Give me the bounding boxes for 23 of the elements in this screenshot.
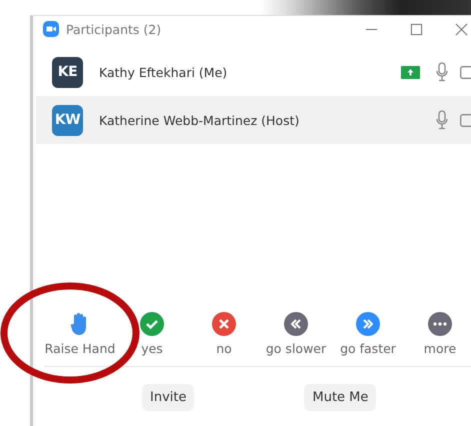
more-icon <box>428 312 452 336</box>
rewind-icon <box>284 312 308 336</box>
microphone-icon[interactable] <box>436 62 448 82</box>
close-icon <box>212 312 236 336</box>
avatar: KW <box>52 104 83 136</box>
action-button[interactable]: Mute Me <box>304 384 376 411</box>
action-button[interactable]: Invite <box>142 384 194 411</box>
reaction-button[interactable]: go slower <box>260 312 332 356</box>
fast-forward-icon <box>356 312 380 336</box>
participant-name: Kathy Eftekhari (Me) <box>99 64 228 80</box>
window-title: Participants (2) <box>66 22 162 36</box>
reaction-button[interactable]: yes <box>116 312 188 356</box>
participant-row[interactable]: KW Katherine Webb-Martinez (Host) <box>36 96 471 144</box>
reaction-button[interactable]: more <box>404 312 471 356</box>
check-icon <box>140 312 164 336</box>
participant-name: Katherine Webb-Martinez (Host) <box>99 112 300 128</box>
reaction-button[interactable]: no <box>188 312 260 356</box>
close-icon[interactable] <box>455 22 468 36</box>
maximize-icon[interactable] <box>410 22 423 36</box>
reaction-button[interactable]: go faster <box>332 312 404 356</box>
avatar: KE <box>52 56 83 88</box>
camera-logo-icon <box>43 21 59 37</box>
microphone-icon[interactable] <box>436 110 448 130</box>
